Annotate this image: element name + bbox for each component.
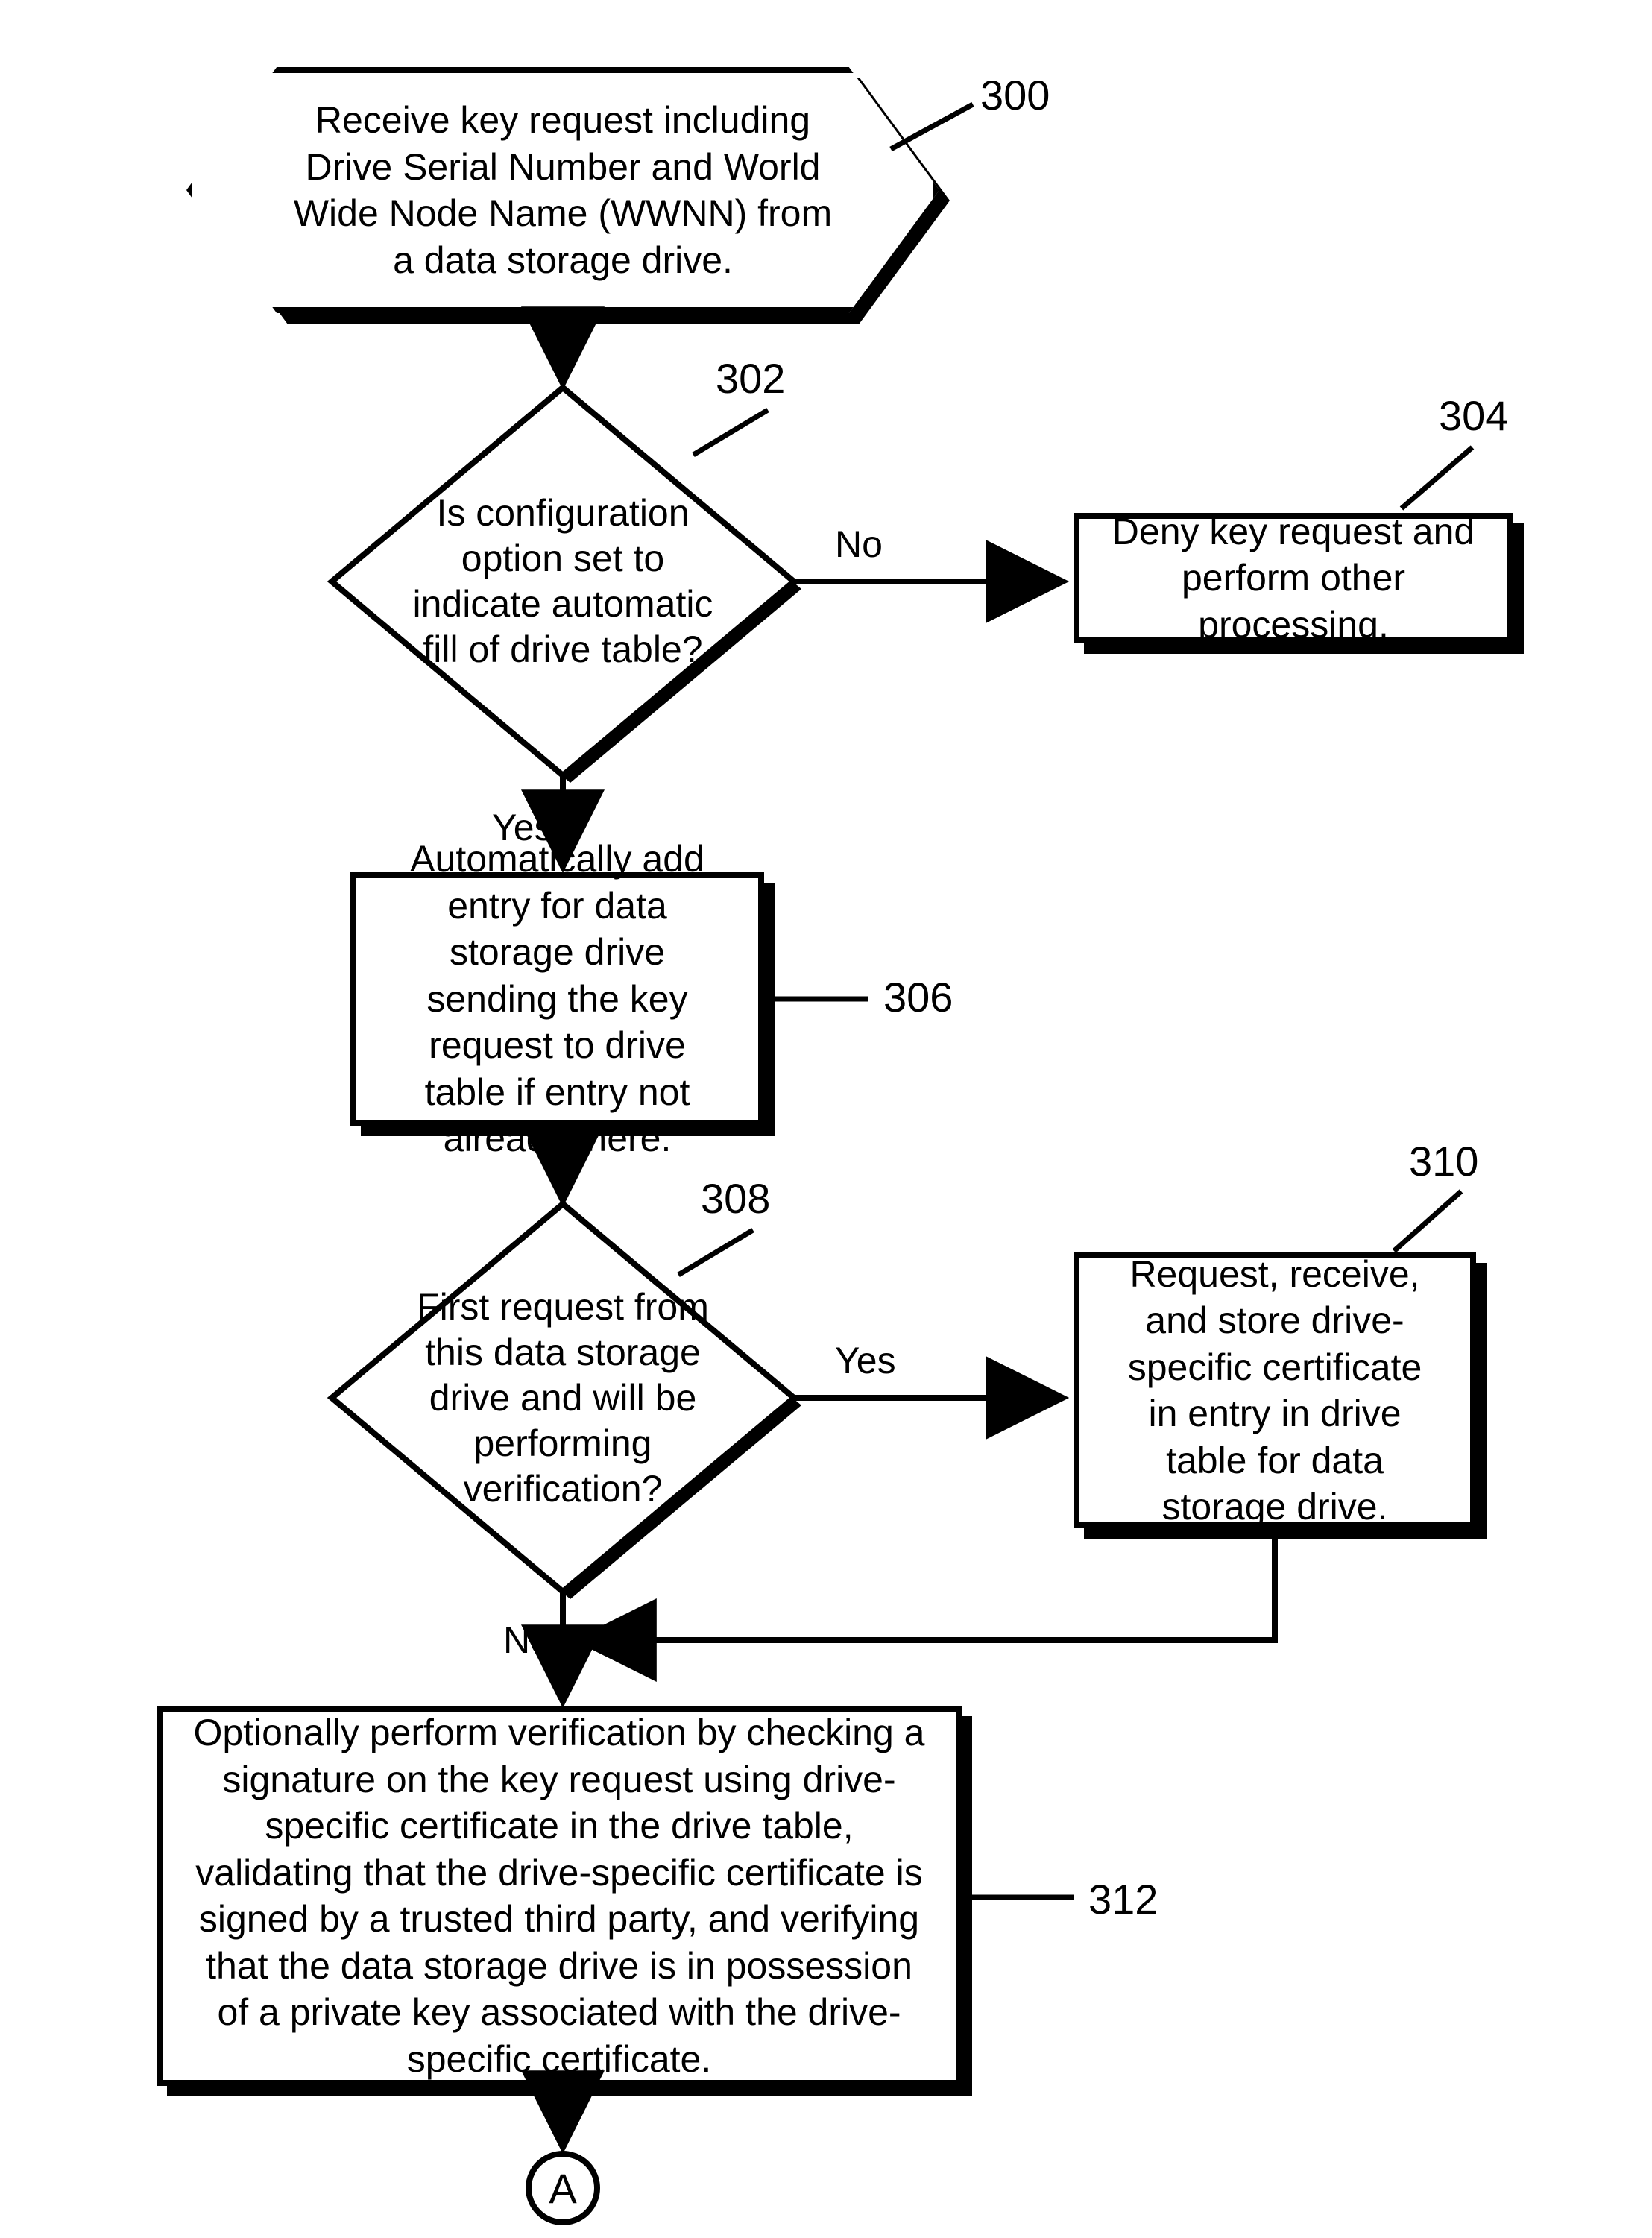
node-306-text: Automatically add entry for data storage…: [386, 836, 728, 1162]
leader-300: [891, 97, 995, 157]
node-312: Optionally perform verification by check…: [157, 1706, 962, 2086]
node-308-text: First request from this data storage dri…: [401, 1285, 725, 1512]
node-310-text: Request, receive, and store drive-specif…: [1109, 1251, 1440, 1531]
ref-310: 310: [1409, 1141, 1478, 1182]
node-300-text: Receive key request including Drive Seri…: [282, 97, 844, 283]
leader-310: [1394, 1185, 1476, 1256]
arrow-306-308: [555, 1133, 570, 1208]
ref-300: 300: [980, 75, 1050, 116]
edge-label-308-312: No: [503, 1621, 551, 1659]
node-304: Deny key request and perform other proce…: [1074, 513, 1513, 643]
node-312-text: Optionally perform verification by check…: [192, 1709, 926, 2082]
node-306: Automatically add entry for data storage…: [350, 872, 764, 1126]
arrow-308-312: [555, 1593, 570, 1709]
arrow-310-merge: [567, 1536, 1282, 1662]
leader-306: [772, 965, 883, 1010]
node-A: A: [526, 2151, 600, 2225]
ref-306: 306: [883, 977, 953, 1018]
ref-304: 304: [1439, 395, 1508, 437]
node-A-text: A: [549, 2164, 576, 2213]
edge-label-308-310: Yes: [835, 1342, 896, 1379]
leader-302: [693, 403, 790, 462]
leader-312: [969, 1875, 1088, 1912]
arrow-300-302: [555, 322, 570, 391]
ref-312: 312: [1088, 1879, 1158, 1920]
flowchart-canvas: Receive key request including Drive Seri…: [0, 0, 1652, 2238]
node-304-text: Deny key request and perform other proce…: [1109, 508, 1478, 649]
ref-308: 308: [701, 1178, 770, 1220]
arrow-308-310: [794, 1390, 1070, 1405]
node-310: Request, receive, and store drive-specif…: [1074, 1252, 1476, 1528]
arrow-302-304: [794, 574, 1070, 589]
leader-304: [1402, 440, 1491, 514]
ref-302: 302: [716, 358, 785, 400]
node-300: Receive key request including Drive Seri…: [186, 67, 939, 313]
arrow-312-A: [555, 2095, 570, 2155]
node-302-text: Is configuration option set to indicate …: [401, 491, 725, 672]
leader-308: [678, 1223, 775, 1282]
edge-label-302-304: No: [835, 526, 883, 563]
